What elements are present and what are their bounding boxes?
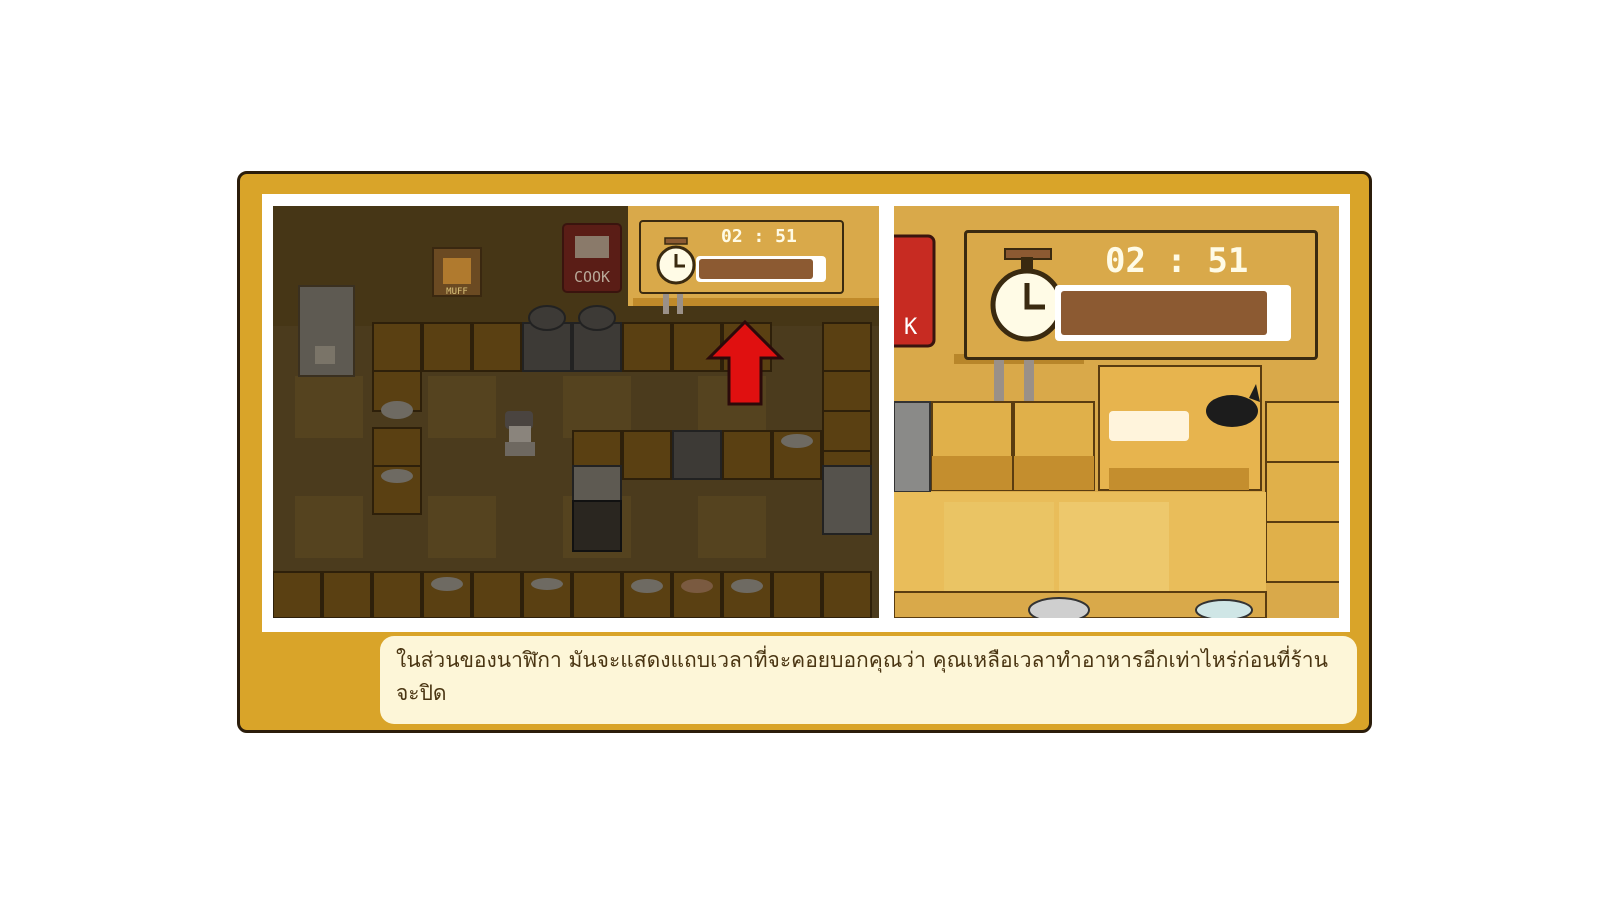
- time-bar-track: [696, 256, 826, 282]
- timer-text-large: 02 : 51: [1105, 241, 1249, 281]
- svg-text:COOK: COOK: [574, 268, 610, 286]
- timer-hud-small: 02 : 51: [639, 220, 844, 294]
- time-bar-fill: [699, 259, 814, 279]
- cook-sign-fragment: K: [904, 315, 918, 340]
- caption-text: ในส่วนของนาฬิกา มันจะแสดงแถบเวลาที่จะคอย…: [396, 648, 1328, 705]
- timer-text: 02 : 51: [721, 226, 797, 247]
- kitchen-overview-pane: MUFF COOK 02: 51: [273, 206, 879, 618]
- screenshot-panel: MUFF COOK 02: 51 K 02: 51: [262, 194, 1350, 632]
- cook-sign: COOK: [562, 223, 622, 293]
- timer-zoom-pane: K 02: 51: [894, 206, 1339, 618]
- tutorial-frame: MUFF COOK 02: 51 K 02: 51 ในส่วนของนาฬ…: [237, 171, 1372, 733]
- timer-hud-large: 02 : 51: [964, 230, 1318, 360]
- pointer-arrow: [705, 319, 785, 406]
- time-bar-track-large: [1055, 285, 1291, 341]
- caption-box: ในส่วนของนาฬิกา มันจะแสดงแถบเวลาที่จะคอย…: [380, 636, 1357, 724]
- svg-text:MUFF: MUFF: [446, 287, 468, 297]
- muff-sign: MUFF: [432, 247, 482, 297]
- chef-character: [505, 411, 535, 456]
- time-bar-fill-large: [1061, 291, 1268, 335]
